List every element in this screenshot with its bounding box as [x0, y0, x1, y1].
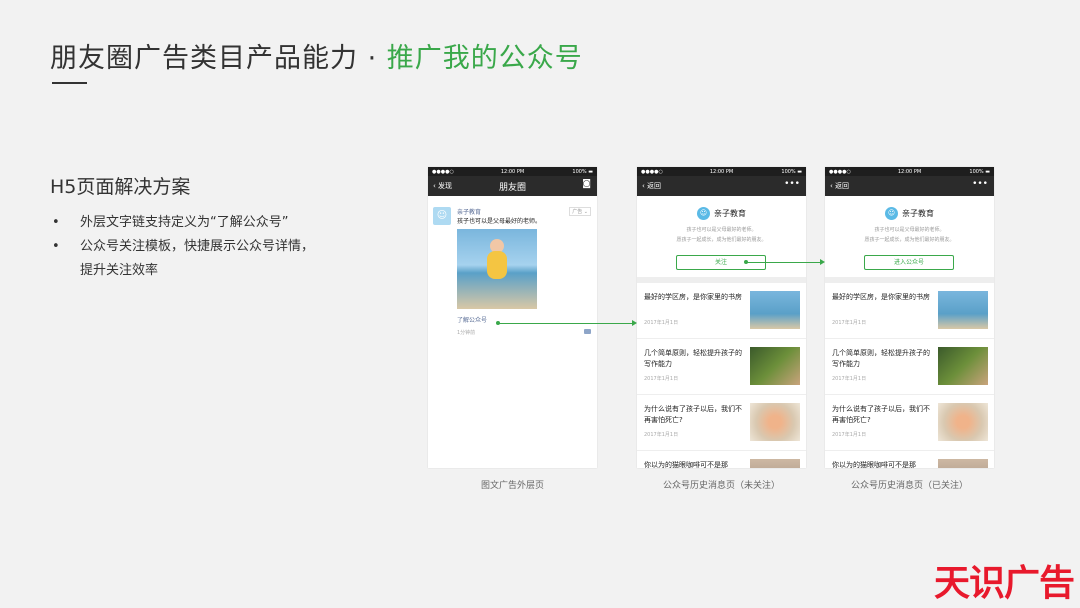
- post-time: 1分钟前: [457, 330, 476, 336]
- account-name: 亲子教育: [714, 209, 746, 218]
- phone-history-unfollowed: ●●●●○ 12:00 PM 100% ▬ ‹ 返回 ••• ☺ 亲子教育 孩子也…: [637, 167, 806, 468]
- back-button[interactable]: ‹ 返回: [642, 181, 661, 191]
- list-item[interactable]: 几个简单原则，轻松提升孩子的写作能力 2017年1月1日: [825, 339, 994, 395]
- article-thumbnail: [750, 291, 800, 329]
- brand-logo: 天识广告: [933, 563, 1075, 604]
- list-item[interactable]: 最好的学区房，是你家里的书房 2017年1月1日: [637, 283, 806, 339]
- page-title-highlight: 推广我的公众号: [386, 43, 583, 74]
- ad-text: 孩子也可以是父母最好的老师。: [457, 218, 542, 225]
- list-item: • 公众号关注模板，快捷展示公众号详情，: [52, 239, 315, 254]
- account-logo-icon: ☺: [697, 207, 710, 220]
- connector-line: [746, 262, 820, 263]
- article-thumbnail: [938, 459, 988, 468]
- account-description: 孩子也可以是父母最好的老师。 愿孩子一起成长，成为他们最好的朋友。: [864, 227, 955, 243]
- ad-tag[interactable]: 广告 ⌄: [569, 207, 591, 216]
- status-bar: ●●●●○ 12:00 PM 100% ▬: [428, 167, 597, 176]
- account-description: 孩子也可以是父母最好的老师。 愿孩子一起成长，成为他们最好的朋友。: [676, 227, 767, 243]
- account-logo-icon: ☺: [885, 207, 898, 220]
- page-title-main: 朋友圈广告类目产品能力 ·: [50, 43, 387, 74]
- section-title: H5页面解决方案: [50, 176, 191, 198]
- nav-title: 朋友圈: [498, 183, 526, 193]
- list-item[interactable]: 为什么说有了孩子以后，我们不再害怕死亡? 2017年1月1日: [637, 395, 806, 451]
- caption-moments-ad: 图文广告外层页: [480, 481, 544, 491]
- list-item[interactable]: 你以为的猫眼咖啡可不是那: [825, 451, 994, 468]
- article-thumbnail: [938, 347, 988, 385]
- more-icon[interactable]: •••: [972, 179, 988, 189]
- arrow-right-icon: [820, 259, 825, 265]
- status-bar: ●●●●○ 12:00 PM 100% ▬: [637, 167, 806, 176]
- account-name: 亲子教育: [902, 209, 934, 218]
- comment-icon[interactable]: [584, 329, 591, 334]
- list-item[interactable]: 最好的学区房，是你家里的书房 2017年1月1日: [825, 283, 994, 339]
- list-item[interactable]: 为什么说有了孩子以后，我们不再害怕死亡? 2017年1月1日: [825, 395, 994, 451]
- phone-moments-ad: ●●●●○ 12:00 PM 100% ▬ ‹ 发现 朋友圈 ◙ ☺ 亲子教育 …: [428, 167, 597, 468]
- account-header: ☺ 亲子教育 孩子也可以是父母最好的老师。 愿孩子一起成长，成为他们最好的朋友。 关…: [637, 196, 806, 283]
- title-divider: [52, 82, 87, 84]
- list-item[interactable]: 几个简单原则，轻松提升孩子的写作能力 2017年1月1日: [637, 339, 806, 395]
- list-item[interactable]: 你以为的猫眼咖啡可不是那: [637, 451, 806, 468]
- enter-account-button[interactable]: 进入公众号: [864, 255, 954, 270]
- caption-history-unfollowed: 公众号历史消息页（未关注）: [662, 481, 780, 491]
- nav-bar: ‹ 返回 •••: [637, 176, 806, 196]
- article-thumbnail: [750, 459, 800, 468]
- more-icon[interactable]: •••: [784, 179, 800, 189]
- bullet-list: • 外层文字链支持定义为“了解公众号” • 公众号关注模板，快捷展示公众号详情， 提…: [52, 211, 372, 283]
- ad-image[interactable]: [457, 229, 537, 309]
- article-thumbnail: [750, 403, 800, 441]
- caption-history-followed: 公众号历史消息页（已关注）: [850, 481, 968, 491]
- page-title: 朋友圈广告类目产品能力 · 推广我的公众号: [50, 36, 583, 75]
- article-thumbnail: [938, 403, 988, 441]
- arrow-right-icon: [632, 320, 637, 326]
- account-header: ☺ 亲子教育 孩子也可以是父母最好的老师。 愿孩子一起成长，成为他们最好的朋友。 进…: [825, 196, 994, 283]
- nav-bar: ‹ 返回 •••: [825, 176, 994, 196]
- ad-account-name[interactable]: 亲子教育: [457, 207, 481, 216]
- list-item: 提升关注效率: [80, 263, 159, 278]
- avatar[interactable]: ☺: [433, 207, 451, 225]
- nav-bar: ‹ 发现 朋友圈 ◙: [428, 176, 597, 196]
- learn-account-link[interactable]: 了解公众号: [457, 315, 487, 324]
- moment-post: ☺ 亲子教育 孩子也可以是父母最好的老师。 广告 ⌄ 了解公众号 1分钟前: [428, 196, 597, 468]
- article-thumbnail: [750, 347, 800, 385]
- article-thumbnail: [938, 291, 988, 329]
- list-item: • 外层文字链支持定义为“了解公众号”: [52, 215, 289, 230]
- connector-line: [498, 323, 632, 324]
- back-button[interactable]: ‹ 返回: [830, 181, 849, 191]
- camera-icon[interactable]: ◙: [582, 179, 591, 189]
- phone-history-followed: ●●●●○ 12:00 PM 100% ▬ ‹ 返回 ••• ☺ 亲子教育 孩子也…: [825, 167, 994, 468]
- status-bar: ●●●●○ 12:00 PM 100% ▬: [825, 167, 994, 176]
